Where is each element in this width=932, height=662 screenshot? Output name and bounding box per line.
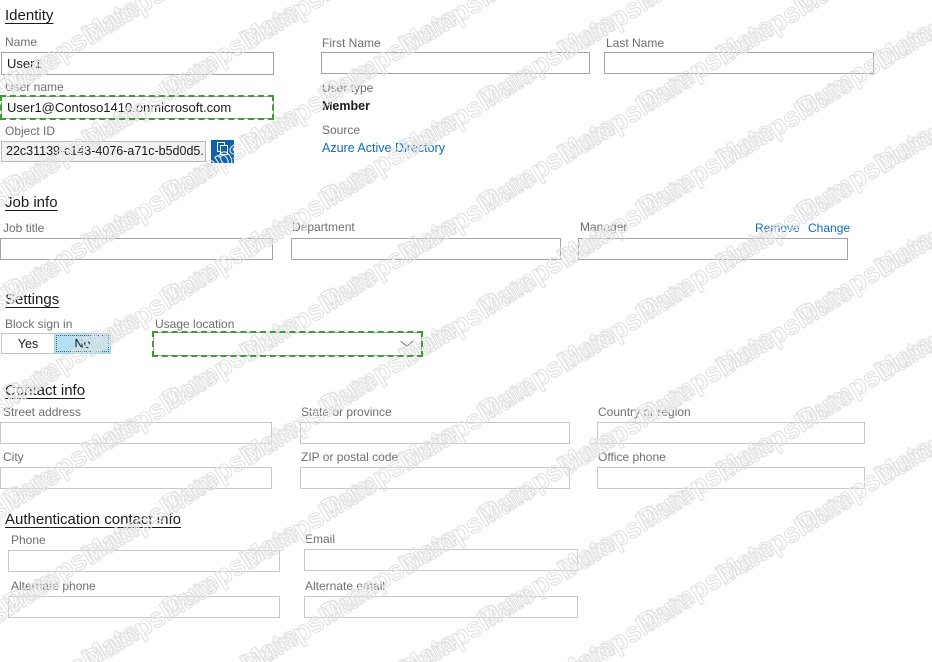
auth-contact-info-section-heading: Authentication contact info	[5, 511, 181, 528]
department-input[interactable]	[291, 238, 561, 260]
manager-change-link[interactable]: Change	[808, 221, 850, 235]
zip-or-postal-code-label: ZIP or postal code	[301, 450, 399, 464]
user-name-input[interactable]	[1, 96, 274, 119]
contact-info-section-heading: Contact info	[5, 382, 86, 399]
department-label: Department	[292, 220, 355, 234]
office-phone-input[interactable]	[597, 467, 865, 489]
email-label: Email	[305, 532, 336, 546]
street-address-input[interactable]	[0, 422, 272, 444]
job-info-section-heading: Job info	[5, 194, 58, 211]
first-name-input[interactable]	[321, 52, 590, 74]
chevron-down-icon	[401, 341, 412, 348]
street-address-label: Street address	[3, 405, 82, 419]
name-input[interactable]	[1, 52, 274, 75]
source-link[interactable]: Azure Active Directory	[322, 141, 445, 155]
usage-location-label: Usage location	[155, 317, 235, 331]
alternate-email-label: Alternate email	[305, 579, 386, 593]
identity-section-heading: Identity	[5, 7, 54, 24]
block-sign-in-label: Block sign in	[5, 317, 73, 331]
country-or-region-input[interactable]	[597, 422, 865, 444]
alternate-phone-label: Alternate phone	[11, 579, 96, 593]
job-title-input[interactable]	[0, 238, 273, 260]
first-name-label: First Name	[322, 36, 381, 50]
settings-section-heading: Settings	[5, 291, 60, 308]
job-title-label: Job title	[3, 221, 45, 235]
state-or-province-label: State or province	[301, 405, 392, 419]
state-or-province-input[interactable]	[300, 422, 570, 444]
last-name-input[interactable]	[604, 52, 874, 74]
manager-input[interactable]	[578, 238, 848, 260]
phone-label: Phone	[11, 533, 46, 547]
name-label: Name	[5, 35, 38, 49]
user-type-label: User type	[322, 81, 374, 95]
office-phone-label: Office phone	[598, 450, 666, 464]
usage-location-dropdown[interactable]	[153, 332, 422, 356]
user-type-value: Member	[322, 99, 370, 113]
phone-input[interactable]	[8, 550, 280, 572]
manager-label: Manager	[580, 220, 628, 234]
object-id-value: 22c31139-c143-4076-a71c-b5d0d5...	[1, 141, 206, 162]
user-name-label: User name	[5, 80, 64, 94]
object-id-label: Object ID	[5, 124, 56, 138]
block-sign-in-toggle[interactable]: Yes No	[1, 333, 111, 354]
block-sign-in-yes-option[interactable]: Yes	[1, 333, 55, 354]
block-sign-in-no-option[interactable]: No	[54, 333, 111, 354]
source-label: Source	[322, 123, 361, 137]
city-input[interactable]	[0, 467, 272, 489]
manager-remove-link[interactable]: Remove	[755, 221, 800, 235]
city-label: City	[3, 450, 24, 464]
copy-icon	[216, 142, 230, 161]
alternate-phone-input[interactable]	[8, 596, 280, 618]
email-input[interactable]	[304, 549, 578, 571]
user-profile-form: Identity Name User name Object ID 22c311…	[0, 0, 932, 662]
zip-or-postal-code-input[interactable]	[300, 467, 570, 489]
country-or-region-label: Country or region	[598, 405, 691, 419]
last-name-label: Last Name	[606, 36, 665, 50]
alternate-email-input[interactable]	[304, 596, 578, 618]
copy-object-id-button[interactable]	[211, 140, 234, 163]
